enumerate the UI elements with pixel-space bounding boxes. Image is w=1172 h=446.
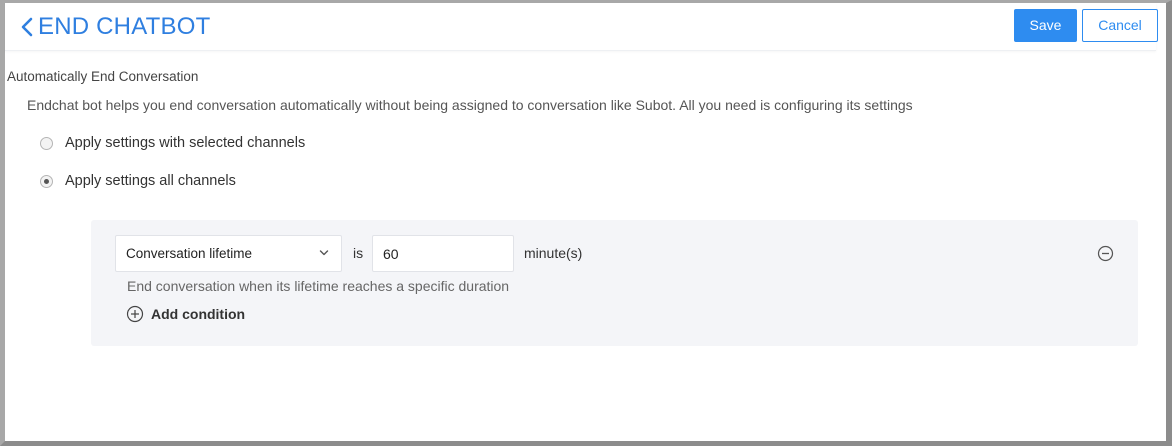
page-title: END CHATBOT xyxy=(38,13,211,40)
condition-panel: Conversation lifetime is minute(s) End c… xyxy=(91,220,1138,346)
chevron-down-icon xyxy=(319,250,329,256)
unit-label: minute(s) xyxy=(524,245,583,261)
add-condition-label: Add condition xyxy=(151,306,246,322)
radio-label: Apply settings with selected channels xyxy=(65,135,306,151)
radio-option-selected-channels[interactable]: Apply settings with selected channels xyxy=(40,135,305,151)
chevron-left-icon[interactable] xyxy=(19,15,35,39)
minus-circle-icon[interactable] xyxy=(1097,245,1114,262)
section-title: Automatically End Conversation xyxy=(7,69,199,84)
add-condition-button[interactable]: Add condition xyxy=(126,305,245,323)
condition-help-text: End conversation when its lifetime reach… xyxy=(127,278,510,294)
section-description: Endchat bot helps you end conversation a… xyxy=(27,97,913,113)
cancel-button[interactable]: Cancel xyxy=(1082,9,1158,42)
radio-option-all-channels[interactable]: Apply settings all channels xyxy=(40,173,236,189)
radio-button-checked[interactable] xyxy=(40,174,53,188)
radio-button[interactable] xyxy=(40,136,53,150)
condition-field-select[interactable]: Conversation lifetime xyxy=(115,235,342,272)
duration-input[interactable] xyxy=(372,235,514,272)
plus-circle-icon xyxy=(126,305,144,323)
save-button[interactable]: Save xyxy=(1014,9,1077,42)
operator-label: is xyxy=(353,245,364,261)
page-header: END CHATBOT Save Cancel xyxy=(5,3,1158,51)
select-value: Conversation lifetime xyxy=(126,246,253,261)
radio-label: Apply settings all channels xyxy=(65,173,236,189)
